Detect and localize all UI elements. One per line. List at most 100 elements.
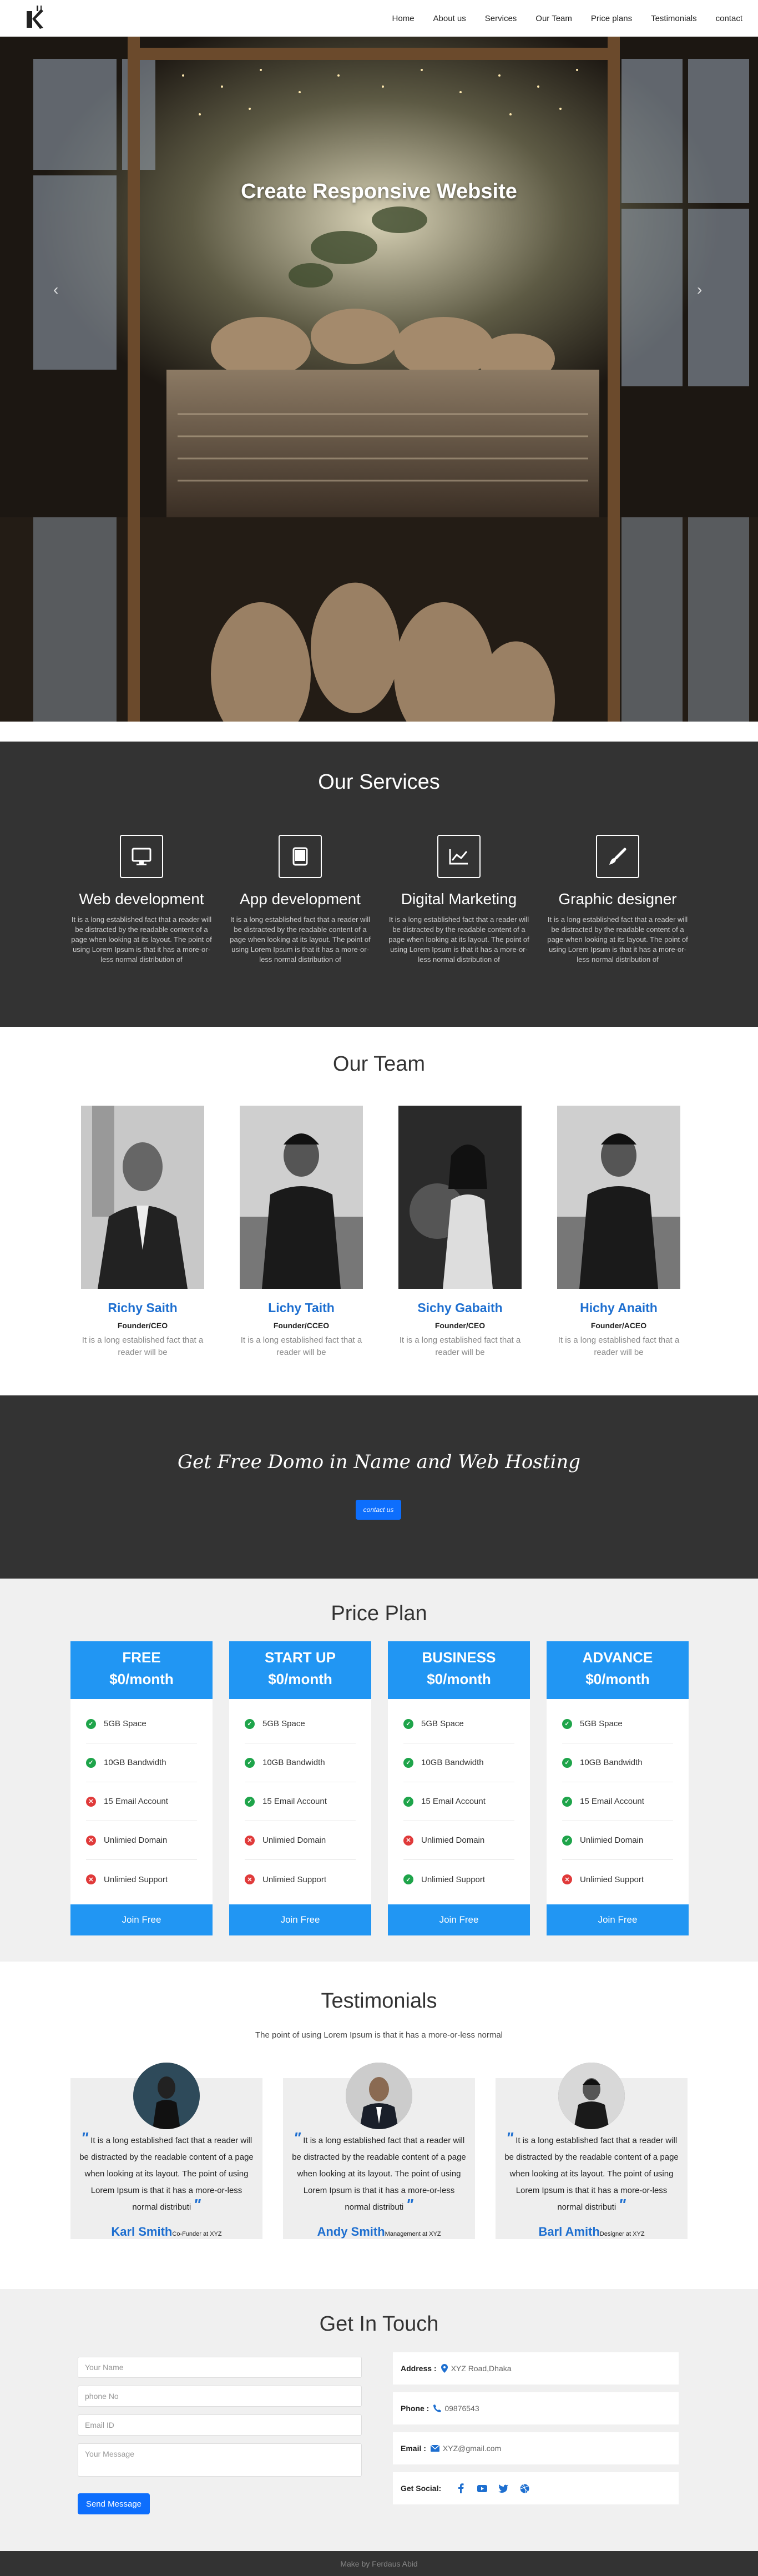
join-free-button[interactable]: Join Free <box>388 1904 530 1935</box>
plan-name: START UP <box>264 1649 336 1666</box>
plan-feature: ✕ Unlimied Domain <box>86 1821 197 1860</box>
feature-label: 5GB Space <box>262 1719 305 1728</box>
nav-contact[interactable]: contact <box>716 14 742 23</box>
service-title: Digital Marketing <box>401 890 517 908</box>
feature-label: 5GB Space <box>104 1719 146 1728</box>
check-icon: ✓ <box>562 1718 572 1729</box>
carousel-next-icon[interactable]: › <box>697 281 702 299</box>
join-free-button[interactable]: Join Free <box>547 1904 689 1935</box>
address-label: Address : <box>401 2364 437 2373</box>
feature-label: Unlimied Domain <box>104 1836 168 1845</box>
member-role: Founder/CEO <box>434 1321 486 1330</box>
plan-feature: ✓ 15 Email Account <box>403 1782 514 1821</box>
team-member: Lichy Taith Founder/CCEO It is a long es… <box>237 1106 366 1359</box>
testimonial-card: " It is a long established fact that a r… <box>283 2063 475 2239</box>
team-member: Richy Saith Founder/CEO It is a long est… <box>78 1106 207 1359</box>
footer: Make by Ferdaus Abid <box>0 2551 758 2576</box>
service-title: Web development <box>79 890 204 908</box>
plan-feature: ✓ 10GB Bandwidth <box>403 1743 514 1782</box>
service-text: It is a long established fact that a rea… <box>71 915 212 964</box>
email-label: Email : <box>401 2444 426 2453</box>
feature-label: Unlimied Support <box>262 1874 327 1884</box>
check-icon: ✓ <box>403 1874 413 1884</box>
member-name: Hichy Anaith <box>580 1300 658 1315</box>
hero-carousel: Create Responsive Website ‹ › <box>0 37 758 722</box>
plan-feature: ✓ Unlimied Domain <box>562 1821 673 1860</box>
nav-team[interactable]: Our Team <box>535 14 572 23</box>
services-section: Our Services Web development It is a lon… <box>0 742 758 1027</box>
feature-label: 15 Email Account <box>580 1797 644 1806</box>
testimonial-role: Designer at XYZ <box>599 2231 645 2237</box>
brand-logo[interactable] <box>24 6 47 31</box>
carousel-prev-icon[interactable]: ‹ <box>53 281 58 299</box>
join-free-button[interactable]: Join Free <box>229 1904 371 1935</box>
message-textarea[interactable]: Your Message <box>78 2443 362 2477</box>
feature-label: 10GB Bandwidth <box>262 1758 325 1767</box>
nav-home[interactable]: Home <box>392 14 415 23</box>
monitor-icon <box>120 835 163 878</box>
testimonial-role: Management at XYZ <box>385 2231 441 2237</box>
check-icon: ✓ <box>403 1757 413 1768</box>
check-icon: ✓ <box>245 1796 255 1807</box>
dribbble-icon[interactable] <box>519 2483 530 2494</box>
testimonials-section: Testimonials The point of using Lorem Ip… <box>0 1962 758 2289</box>
member-name: Sichy Gabaith <box>417 1300 503 1315</box>
plan-feature: ✓ 5GB Space <box>562 1705 673 1743</box>
testimonial-role: Co-Funder at XYZ <box>172 2231 222 2237</box>
cross-icon: ✕ <box>403 1835 413 1846</box>
feature-label: Unlimied Domain <box>580 1836 644 1845</box>
team-photo <box>81 1106 204 1289</box>
nav-about[interactable]: About us <box>433 14 466 23</box>
price-card: BUSINESS $0/month ✓ 5GB Space ✓ 10GB Bandwidt… <box>388 1641 530 1935</box>
service-card: Web development It is a long established… <box>67 835 216 965</box>
plan-header: FREE $0/month <box>70 1641 213 1699</box>
email-input[interactable]: Email ID <box>78 2414 362 2436</box>
nav-services[interactable]: Services <box>485 14 517 23</box>
plan-name: BUSINESS <box>422 1649 496 1666</box>
feature-label: Unlimied Support <box>421 1874 486 1884</box>
location-pin-icon <box>441 2364 448 2373</box>
contact-us-button[interactable]: contact us <box>356 1500 401 1520</box>
member-name: Richy Saith <box>108 1300 178 1315</box>
team-photo <box>557 1106 680 1289</box>
phone-input[interactable]: phone No <box>78 2386 362 2407</box>
social-info: Get Social: <box>393 2472 679 2504</box>
feature-label: 15 Email Account <box>104 1797 168 1806</box>
service-card: Digital Marketing It is a long establish… <box>384 835 534 965</box>
quote-open-icon: " <box>506 2129 514 2146</box>
quote-close-icon: " <box>618 2196 626 2213</box>
testimonial-name: Barl Amith <box>538 2225 600 2239</box>
twitter-icon[interactable] <box>498 2483 509 2494</box>
nav-testimonials[interactable]: Testimonials <box>651 14 697 23</box>
member-role: Founder/CCEO <box>273 1321 330 1330</box>
hero-image <box>0 37 758 517</box>
plan-price: $0/month <box>109 1671 174 1687</box>
send-message-button[interactable]: Send Message <box>78 2493 150 2514</box>
plan-header: ADVANCE $0/month <box>547 1641 689 1699</box>
plan-name: FREE <box>122 1649 161 1666</box>
email-info: Email : XYZ@gmail.com <box>393 2432 679 2464</box>
phone-info: Phone : 09876543 <box>393 2392 679 2424</box>
youtube-icon[interactable] <box>477 2483 488 2494</box>
plan-feature: ✕ Unlimied Support <box>86 1860 197 1899</box>
feature-label: Unlimied Domain <box>262 1836 326 1845</box>
plan-feature: ✓ 5GB Space <box>86 1705 197 1743</box>
feature-label: Unlimied Domain <box>421 1836 485 1845</box>
price-title: Price Plan <box>331 1602 427 1625</box>
feature-label: 15 Email Account <box>421 1797 486 1806</box>
team-photo <box>398 1106 522 1289</box>
plan-feature: ✓ 10GB Bandwidth <box>86 1743 197 1782</box>
nav-price[interactable]: Price plans <box>591 14 632 23</box>
name-input[interactable]: Your Name <box>78 2357 362 2378</box>
price-section: Price Plan FREE $0/month ✓ 5GB Space ✓ 10GB B… <box>0 1579 758 1962</box>
check-icon: ✓ <box>86 1718 96 1729</box>
member-text: It is a long established fact that a rea… <box>240 1335 362 1357</box>
check-icon: ✓ <box>403 1796 413 1807</box>
cross-icon: ✕ <box>245 1835 255 1846</box>
service-title: App development <box>240 890 361 908</box>
testimonial-avatar <box>346 2063 412 2129</box>
phone-value: 09876543 <box>444 2404 479 2413</box>
facebook-icon[interactable] <box>456 2483 467 2494</box>
join-free-button[interactable]: Join Free <box>70 1904 213 1935</box>
member-role: Founder/CEO <box>117 1321 168 1330</box>
